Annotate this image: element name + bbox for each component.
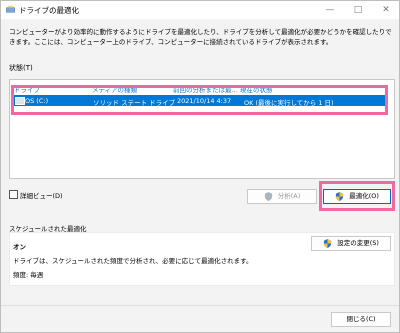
schedule-title: スケジュールされた最適化 <box>9 225 87 233</box>
analyze-button[interactable]: 分析(A) <box>247 189 317 204</box>
status-label: 状態(T) <box>9 64 33 72</box>
window-title: ドライブの最適化 <box>19 6 79 15</box>
shield-icon <box>264 191 272 201</box>
drive-optimizer-icon <box>6 5 15 13</box>
detail-view-checkbox[interactable] <box>9 190 18 199</box>
drive-optimization-window: ドライブの最適化 — □ ✕ コンピューターがより効率的に動作するようにドライブ… <box>0 0 400 333</box>
schedule-frequency: 頻度: 毎週 <box>13 271 44 279</box>
close-button[interactable]: 閉じる(C) <box>331 312 391 327</box>
detail-view-label: 詳細ビュー(D) <box>20 192 63 200</box>
footer-divider <box>1 305 399 306</box>
change-settings-button[interactable]: 設定の変更(S) <box>311 236 391 251</box>
minimize-button[interactable]: — <box>319 3 341 17</box>
analyze-label: 分析(A) <box>277 192 301 200</box>
shield-icon <box>336 191 344 201</box>
title-bar: ドライブの最適化 — □ ✕ <box>1 1 399 19</box>
optimize-button[interactable]: 最適化(O) <box>323 189 391 204</box>
change-settings-label: 設定の変更(S) <box>337 239 379 247</box>
schedule-state: オン <box>13 243 26 251</box>
schedule-description: ドライブは、スケジュールされた頻度で分析され、必要に応じて最適化されます。 <box>13 257 253 265</box>
maximize-button[interactable]: □ <box>347 3 369 17</box>
optimize-label: 最適化(O) <box>349 192 379 200</box>
close-window-button[interactable]: ✕ <box>375 3 397 17</box>
shield-icon <box>324 238 332 248</box>
highlight-frame-drive <box>11 85 388 115</box>
description-text: コンピューターがより効率的に動作するようにドライブを最適化したり、ドライブを分析… <box>9 28 392 46</box>
